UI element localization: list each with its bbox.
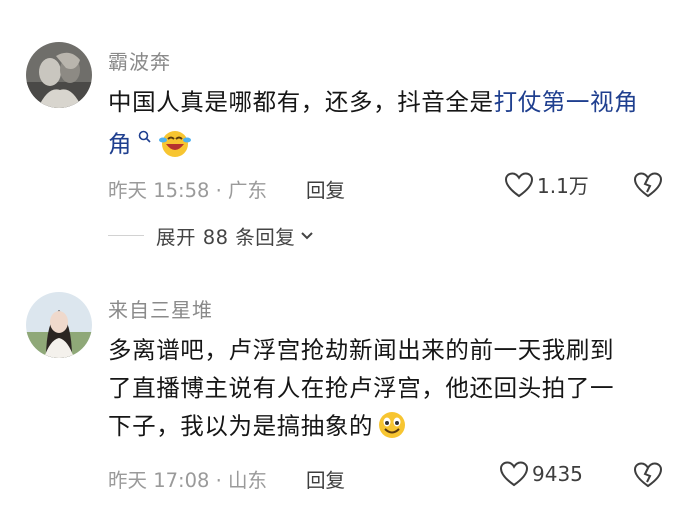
comment-text-line-3: 下子，我以为是搞抽象的: [108, 408, 668, 450]
broken-heart-icon: [633, 462, 663, 488]
comment-text-tail: 角: [108, 122, 668, 168]
expand-replies-label: 展开 88 条回复: [156, 226, 296, 249]
avatar[interactable]: [26, 42, 92, 108]
broken-heart-icon: [633, 172, 663, 198]
laughing-crying-emoji: [158, 128, 191, 168]
reply-button[interactable]: 回复: [306, 174, 345, 203]
search-link[interactable]: 打仗第一视角: [494, 88, 639, 116]
comment-timestamp: 昨天 15:58 · 广东: [108, 179, 267, 202]
divider-line: [108, 235, 144, 236]
username[interactable]: 霸波奔: [108, 46, 171, 75]
heart-outline-icon: [500, 461, 528, 487]
search-link-tail[interactable]: 角: [108, 130, 132, 158]
comment-text-line: 了直播博主说有人在抢卢浮宫，他还回头拍了一: [108, 374, 615, 402]
username[interactable]: 来自三星堆: [108, 294, 213, 323]
search-icon[interactable]: [133, 130, 155, 147]
heart-outline-icon: [505, 171, 533, 197]
comment-text-line: 多离谱吧，卢浮宫抢劫新闻出来的前一天我刷到: [108, 336, 615, 364]
chevron-down-icon: [301, 231, 313, 239]
comment-timestamp: 昨天 17:08 · 山东: [108, 469, 267, 492]
grinning-emoji: [376, 410, 408, 450]
comment-text: 多离谱吧，卢浮宫抢劫新闻出来的前一天我刷到 了直播博主说有人在抢卢浮宫，他还回头…: [108, 332, 668, 450]
reply-button[interactable]: 回复: [306, 464, 345, 493]
comment-text-plain: 中国人真是哪都有，还多，抖音全是: [108, 88, 494, 116]
avatar[interactable]: [26, 292, 92, 358]
like-button[interactable]: 1.1万: [505, 170, 589, 199]
expand-replies-button[interactable]: 展开 88 条回复: [108, 221, 315, 250]
dislike-button[interactable]: [633, 462, 663, 492]
like-count: 1.1万: [537, 174, 589, 198]
like-button[interactable]: 9435: [500, 461, 583, 487]
comment-text-line: 下子，我以为是搞抽象的: [108, 412, 374, 440]
like-count: 9435: [532, 462, 583, 486]
dislike-button[interactable]: [633, 172, 663, 202]
comment-text: 中国人真是哪都有，还多，抖音全是打仗第一视角: [108, 84, 668, 120]
